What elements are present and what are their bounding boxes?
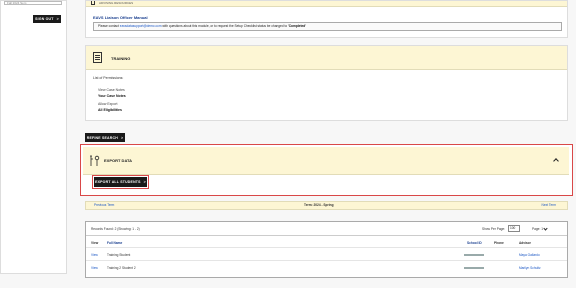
permission-item: All Eligibilities — [98, 108, 122, 112]
export-all-label: EXPORT ALL STUDENTS — [95, 180, 141, 184]
resources-card-header: ADVISING RESOURCES — [86, 1, 567, 7]
page-label: Page: 1 — [532, 227, 543, 231]
export-data-card: EXPORT DATA EXPORT ALL STUDENTS > — [80, 144, 573, 196]
chevron-right-icon: > — [143, 180, 146, 184]
resources-card-title: ADVISING RESOURCES — [99, 1, 134, 5]
permissions-title: List of Permissions: — [93, 76, 124, 80]
notice-middle: with questions about this module, or to … — [161, 24, 288, 28]
chevron-right-icon: > — [120, 135, 124, 140]
tools-icon — [90, 155, 100, 166]
term-navigation: Previous Term Term: 2024 - Spring Next T… — [85, 201, 568, 210]
notice-status: 'Completed' — [288, 24, 306, 28]
chevron-up-icon[interactable] — [553, 158, 559, 164]
support-email-link[interactable]: eavsdatasupport@demo.com — [120, 24, 162, 28]
refine-search-button[interactable]: REFINE SEARCH > — [85, 133, 125, 142]
notice-prefix: Please contact — [98, 24, 120, 28]
records-table: Records Found: 2 (Showing: 1 - 2) Show P… — [85, 221, 568, 278]
student-name: Training 2 Student 2 — [107, 266, 136, 270]
export-data-title: EXPORT DATA — [104, 158, 133, 163]
student-name: Training Student — [107, 253, 131, 257]
refine-search-label: REFINE SEARCH — [86, 135, 118, 140]
records-toolbar: Records Found: 2 (Showing: 1 - 2) Show P… — [86, 222, 567, 236]
column-header-phone: Phone — [494, 241, 504, 245]
view-link[interactable]: View — [91, 253, 98, 257]
column-header-full-name[interactable]: Full Name — [107, 241, 122, 245]
sign-out-label: SIGN OUT — [35, 17, 54, 21]
manual-link[interactable]: EAVS Liaison Officer Manual — [93, 15, 148, 20]
training-header: TRAINING — [86, 46, 567, 70]
document-list-icon — [93, 52, 102, 63]
permission-item: Your Case Notes — [98, 94, 126, 98]
contact-notice: Please contact eavsdatasupport@demo.com … — [93, 22, 562, 31]
training-title: TRAINING — [111, 56, 131, 61]
column-header-school-id[interactable]: School ID — [467, 241, 482, 245]
row-divider — [86, 260, 567, 261]
school-id-redacted — [464, 254, 484, 256]
chevron-right-icon: > — [56, 17, 59, 21]
view-link[interactable]: View — [91, 266, 98, 270]
column-header-advisor: Advisor — [519, 241, 531, 245]
previous-term-link[interactable]: Previous Term — [94, 202, 114, 209]
next-term-link[interactable]: Next Term — [542, 202, 556, 209]
permission-item: Allow Export — [98, 102, 118, 106]
advisor-link[interactable]: Marilyn Schultz — [519, 266, 541, 270]
export-all-students-button[interactable]: EXPORT ALL STUDENTS > — [94, 177, 147, 187]
row-divider — [86, 247, 567, 248]
export-all-highlight: EXPORT ALL STUDENTS > — [92, 175, 149, 189]
show-per-page-label: Show Per Page: — [482, 227, 506, 231]
training-card: TRAINING List of Permissions: View Case … — [85, 45, 568, 121]
permission-item: View Case Notes — [98, 88, 125, 92]
column-header-view: View — [91, 241, 99, 245]
resources-card: ADVISING RESOURCES EAVS Liaison Officer … — [85, 0, 568, 38]
document-icon — [91, 1, 95, 5]
current-term: Term: 2024 - Spring — [304, 203, 334, 207]
sign-out-button[interactable]: SIGN OUT > — [33, 15, 61, 23]
export-data-header[interactable]: EXPORT DATA — [83, 147, 569, 175]
records-found: Records Found: 2 (Showing: 1 - 2) — [91, 227, 140, 231]
left-panel: Fall 2024 Sem SIGN OUT > — [0, 0, 67, 274]
term-select-input[interactable]: Fall 2024 Sem — [4, 1, 62, 5]
chevron-down-icon[interactable] — [543, 226, 548, 231]
school-id-redacted — [464, 267, 484, 269]
per-page-select[interactable]: 100 — [508, 225, 520, 232]
advisor-link[interactable]: Maya Gallardo — [519, 253, 540, 257]
